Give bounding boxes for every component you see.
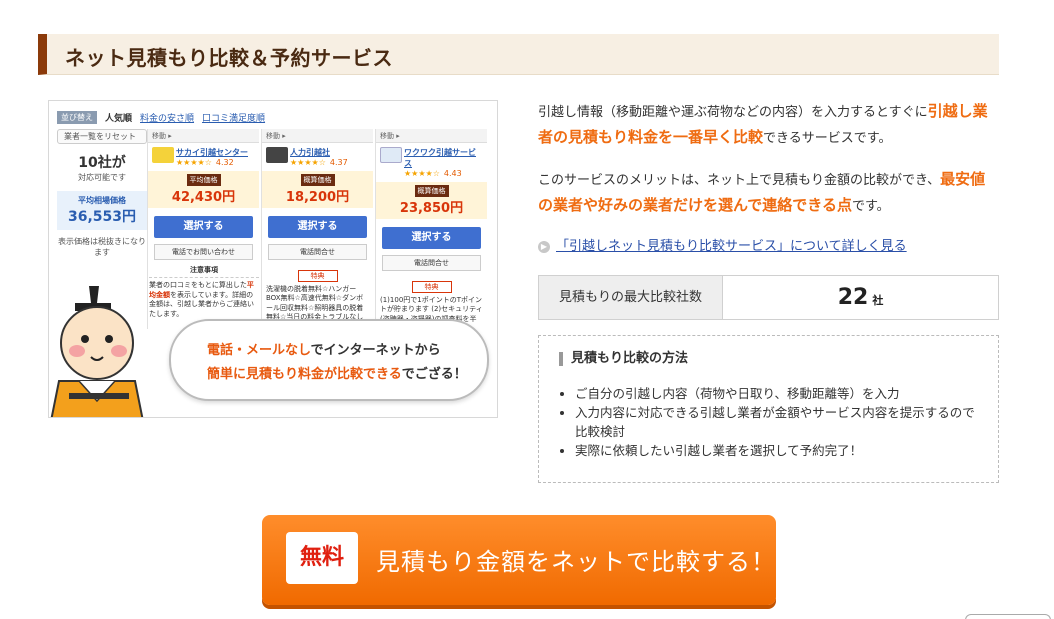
benefit-tag: 特典 [297,270,338,282]
reset-label: 業者一覧をリセット [57,129,147,144]
more-info-link[interactable]: ▶ 「引越しネット見積もり比較サービス」について詳しく見る [538,235,907,254]
company-card: 移動 ▸ ワクワク引越サービス ★★★★☆ 4.43 概算価格 23,850円 選… [375,129,487,332]
rating-stars: ★★★★☆ 4.43 [404,169,462,178]
section-header: ネット見積もり比較＆予約サービス [38,34,999,75]
tel-button: 電話問合せ [382,255,481,271]
price-box: 概算価格 23,850円 [376,182,487,219]
method-list: ご自分の引越し内容（荷物や日取り、移動距離等）を入力 入力内容に対応できる引越し… [575,384,985,460]
card-topbar: 移動 ▸ [148,129,259,143]
select-button: 選択する [382,227,481,249]
method-step: ご自分の引越し内容（荷物や日取り、移動距離等）を入力 [575,384,985,403]
price-box: 概算価格 18,200円 [262,171,373,208]
average-price: 平均相場価格 36,553円 [57,191,147,230]
tax-note: 表示価格は税抜きになります [58,237,146,257]
method-title: 見積もり比較の方法 [559,352,688,366]
method-step: 入力内容に対応できる引越し業者が金額やサービス内容を提示するので比較検討 [575,403,985,441]
select-button: 選択する [268,216,367,238]
max-compare-label: 見積もりの最大比較社数 [539,276,723,319]
description-paragraph-1: 引越し情報（移動距離や運ぶ荷物などの内容）を入力するとすぐに引越し業者の見積もり… [538,102,988,146]
company-count: 10社が 対応可能です [78,155,126,182]
company-logo [380,147,402,163]
compare-cta-button[interactable]: 無料 見積もり金額をネットで比較する！ [262,515,776,605]
section-title: ネット見積もり比較＆予約サービス [65,46,393,70]
card-topbar: 移動 ▸ [262,129,373,143]
benefit-tag: 特典 [411,281,452,293]
samurai-mascot-icon [50,286,144,417]
price-box: 平均価格 42,430円 [148,171,259,208]
notice-title: 注意事項 [149,266,259,279]
max-compare-value: 22 社 [837,285,884,310]
card-topbar: 移動 ▸ [376,129,487,143]
page-top-button[interactable] [965,614,1051,619]
bubble-line-1: 電話・メールなしでインターネットから [207,343,441,358]
sort-price: 料金の安さ順 [140,114,195,124]
select-button: 選択する [154,216,253,238]
free-badge: 無料 [286,532,358,584]
cta-label: 見積もり金額をネットで比較する！ [376,548,776,576]
speech-bubble: 電話・メールなしでインターネットから 簡単に見積もり料金が比較できるでござる！ [169,319,489,401]
sort-review: 口コミ満足度順 [202,114,266,124]
description-paragraph-2: このサービスのメリットは、ネット上で見積もり金額の比較ができ、最安値の業者や好み… [538,170,986,214]
method-step: 実際に依頼したい引越し業者を選択して予約完了！ [575,441,985,460]
max-compare-table: 見積もりの最大比較社数 22 社 [538,275,999,320]
sort-chip: 並び替え [57,111,97,124]
sort-bar: 並び替え 人気順 料金の安さ順 口コミ満足度順 [57,111,265,124]
service-illustration: 並び替え 人気順 料金の安さ順 口コミ満足度順 業者一覧をリセット 10社が 対… [48,100,498,418]
company-logo [266,147,288,163]
company-card: 移動 ▸ 人力引越社 ★★★★☆ 4.37 概算価格 18,200円 選択する 電… [261,129,373,329]
arrow-right-icon: ▶ [538,241,550,253]
bubble-line-2: 簡単に見積もり料金が比較できるでござる！ [207,367,467,382]
tel-button: 電話でお問い合わせ [154,244,253,260]
company-logo [152,147,174,163]
method-box: 見積もり比較の方法 ご自分の引越し内容（荷物や日取り、移動距離等）を入力 入力内… [538,335,999,483]
sort-popular: 人気順 [105,114,133,124]
summary-column: 業者一覧をリセット 10社が 対応可能です 平均相場価格 36,553円 表示価… [57,129,147,258]
tel-button: 電話問合せ [268,244,367,260]
